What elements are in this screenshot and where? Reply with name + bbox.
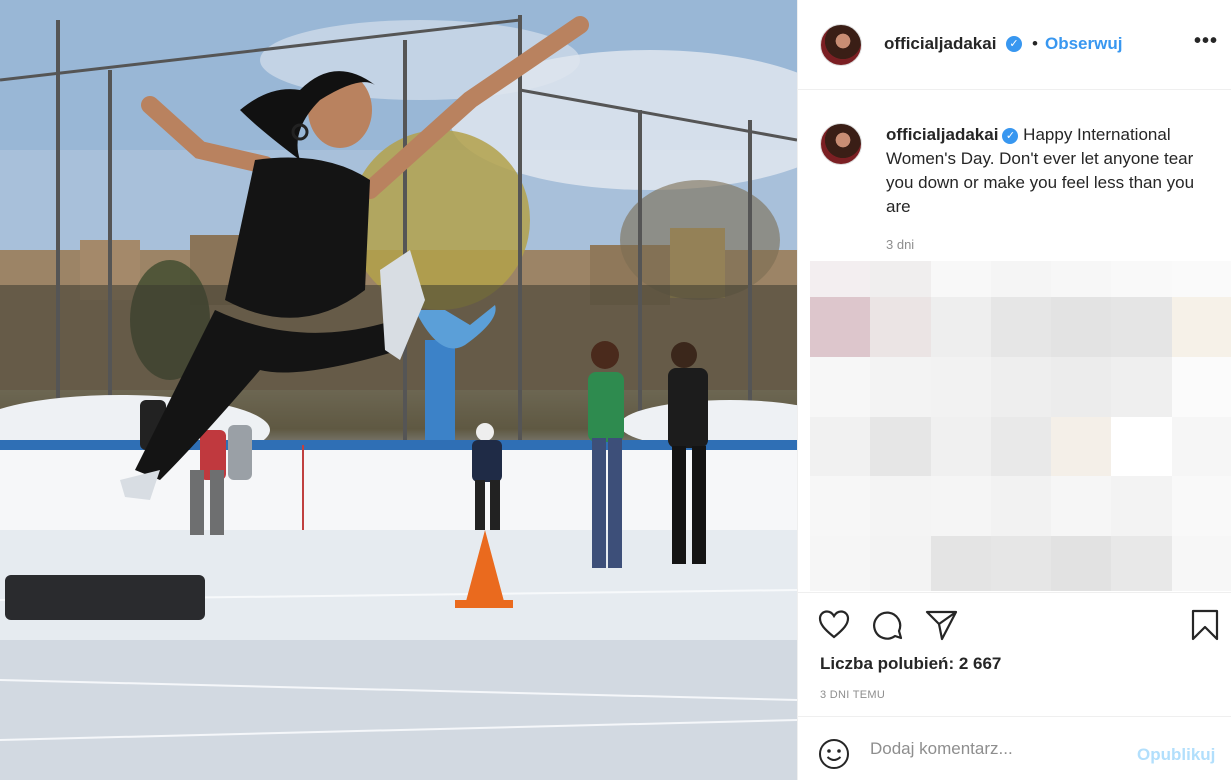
caption: officialjadakai ✓ Happy International Wom… [886, 123, 1216, 219]
author-avatar[interactable] [820, 24, 862, 66]
comment-input[interactable] [870, 735, 1120, 763]
more-options-icon[interactable]: ••• [1194, 30, 1218, 53]
follow-button[interactable]: Obserwuj [1045, 34, 1122, 54]
caption-author-handle[interactable]: officialjadakai [886, 125, 998, 144]
comments-area: officialjadakai ✓ Happy International Wom… [798, 91, 1231, 591]
add-comment-bar: Opublikuj [798, 716, 1231, 780]
emoji-icon[interactable] [818, 738, 850, 770]
figure-skater-photo [0, 0, 797, 780]
post-photo[interactable] [0, 0, 797, 780]
caption-verified-badge-icon: ✓ [1002, 127, 1019, 144]
caption-author-avatar[interactable] [820, 123, 862, 165]
pixelated-comments-block [810, 261, 1231, 591]
post-date: 3 DNI TEMU [820, 689, 886, 701]
post-actions: Liczba polubień: 2 667 3 DNI TEMU [798, 592, 1231, 716]
verified-badge-icon: ✓ [1006, 36, 1022, 52]
bookmark-icon[interactable] [1190, 609, 1220, 641]
author-handle[interactable]: officialjadakai [884, 34, 996, 54]
post-side-panel: officialjadakai ✓ • Obserwuj ••• officia… [797, 0, 1231, 780]
caption-time: 3 dni [886, 237, 915, 252]
likes-count[interactable]: Liczba polubień: 2 667 [820, 654, 1001, 674]
post-header: officialjadakai ✓ • Obserwuj ••• [798, 0, 1231, 90]
heart-icon[interactable] [818, 609, 850, 639]
share-icon[interactable] [925, 609, 959, 641]
separator-dot: • [1032, 34, 1038, 53]
publish-button[interactable]: Opublikuj [1137, 745, 1215, 765]
comment-icon[interactable] [872, 609, 904, 641]
